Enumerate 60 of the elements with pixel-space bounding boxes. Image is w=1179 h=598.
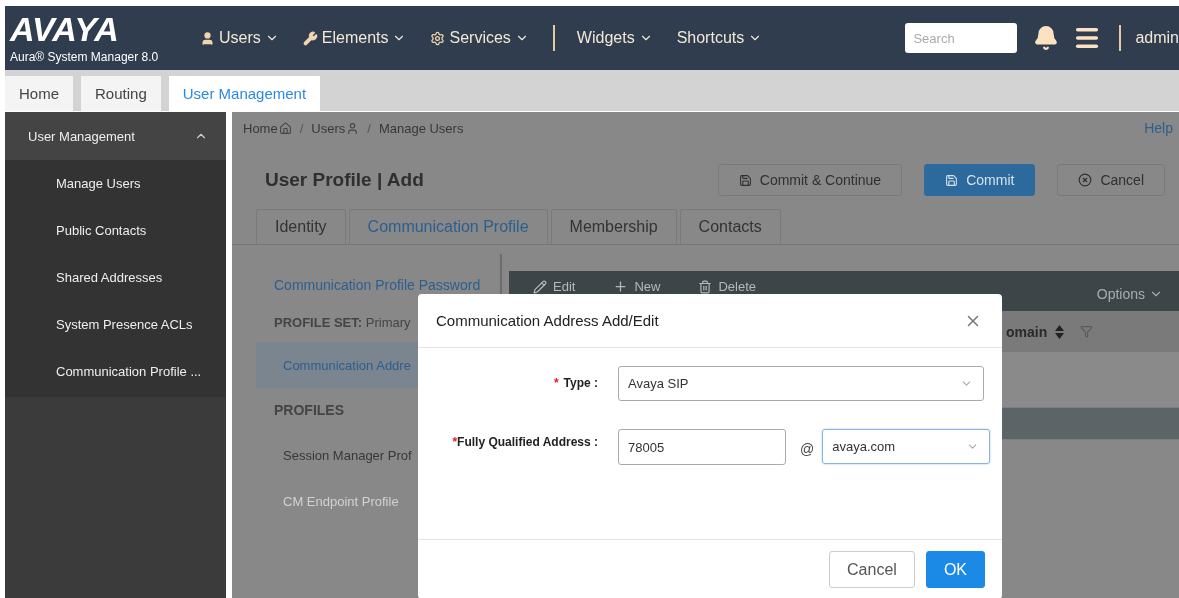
breadcrumb-link[interactable]: Home (243, 120, 292, 136)
profile-tab[interactable]: Contacts (679, 209, 781, 244)
gear-icon (430, 30, 446, 46)
page-title: User Profile | Add (265, 169, 424, 191)
profile-tab[interactable]: Identity (256, 209, 346, 244)
domain-select[interactable]: avaya.com (822, 429, 991, 464)
menu-item[interactable]: Services (430, 29, 529, 47)
toolbar-button[interactable]: New (613, 279, 661, 294)
at-sign: @ (800, 441, 815, 457)
sidebar-item[interactable]: Shared Addresses (5, 254, 226, 301)
field-label: * Type : (552, 375, 598, 390)
user-icon (346, 121, 360, 135)
product-name: Aura® System Manager 8.0 (10, 50, 160, 64)
dialog-button[interactable]: Cancel (829, 551, 915, 588)
address-field[interactable]: 78005 (618, 429, 786, 465)
app-tab[interactable]: Home (5, 76, 73, 111)
profile-tab[interactable]: Membership (550, 209, 677, 244)
trash-icon (698, 279, 713, 294)
sidebar-item[interactable]: System Presence ACLs (5, 301, 226, 348)
sidebar-item[interactable]: Public Contacts (5, 207, 226, 254)
sidebar-item[interactable]: Manage Users (5, 160, 226, 207)
sidebar-item[interactable]: Communication Profile ... (5, 348, 226, 395)
sort-icon[interactable] (1055, 324, 1065, 339)
sidebar-title: User Management (28, 128, 135, 144)
field-label: *Fully Qualified Address : (451, 434, 598, 449)
cancel-icon (1078, 173, 1093, 187)
breadcrumb-link[interactable]: Users (311, 120, 360, 136)
search-field[interactable]: Search (905, 23, 1018, 53)
app-tab[interactable]: Routing (81, 76, 161, 111)
type-select[interactable]: Avaya SIP (618, 366, 984, 401)
wrench-icon (302, 30, 318, 46)
action-button[interactable]: Cancel (1057, 164, 1165, 196)
logo: AVAYA (10, 12, 119, 46)
options-button[interactable]: Options (1090, 285, 1169, 303)
plus-icon (613, 279, 629, 294)
profile-set-label: PROFILE SET: Primary (274, 314, 411, 332)
dialog-button[interactable]: OK (925, 551, 985, 588)
breadcrumb-separator: / (367, 120, 371, 136)
toolbar-button[interactable]: Edit (533, 279, 576, 294)
menu-item[interactable]: Elements (302, 29, 407, 47)
home-icon (278, 121, 292, 135)
column-header[interactable]: omain (1006, 323, 1048, 340)
breadcrumb-link[interactable]: Manage Users (378, 120, 464, 136)
sidebar-header[interactable]: User Management (5, 112, 226, 160)
action-button[interactable]: Commit & Continue (717, 164, 903, 196)
user-icon (200, 30, 215, 46)
breadcrumb-separator: / (299, 120, 304, 136)
dialog-title: Communication Address Add/Edit (436, 312, 659, 329)
app-tab[interactable]: User Management (168, 76, 321, 111)
save-icon (945, 173, 959, 187)
section-heading: PROFILES (273, 401, 345, 420)
toolbar-button[interactable]: Delete (698, 279, 756, 294)
menu-item[interactable]: Users (200, 29, 279, 47)
menu-item[interactable]: Shortcuts (676, 29, 763, 47)
save-icon (738, 173, 752, 187)
pencil-icon (533, 279, 547, 294)
user-name[interactable]: admin (1135, 29, 1179, 47)
notification-bell-icon[interactable] (1033, 25, 1060, 51)
action-button[interactable]: Commit (924, 164, 1036, 196)
menu-item[interactable]: Widgets (576, 29, 653, 47)
